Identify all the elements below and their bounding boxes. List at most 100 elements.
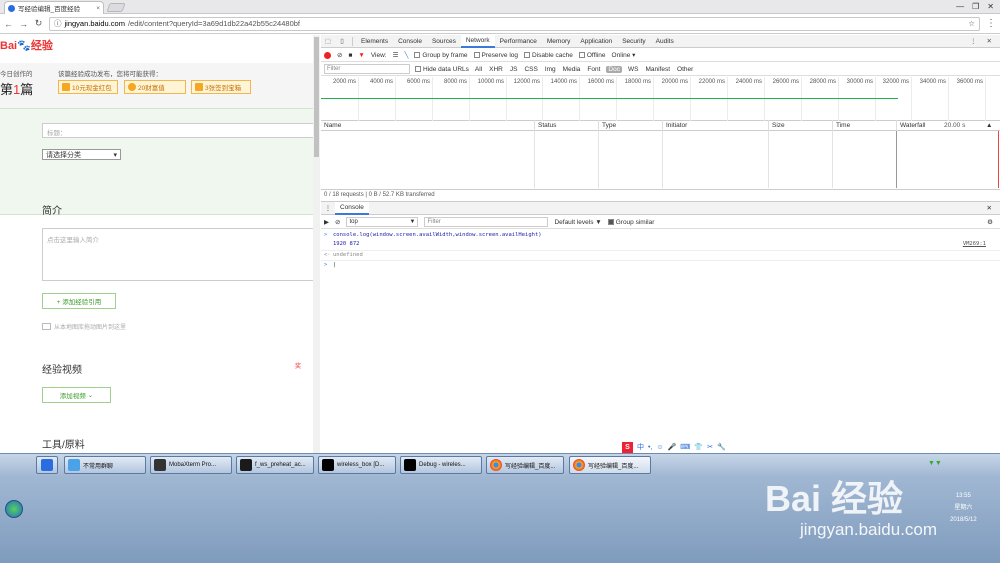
col-waterfall[interactable]: Waterfall — [896, 120, 925, 131]
taskbar-item-mobaxterm[interactable]: MobaXterm Pro... — [150, 456, 232, 474]
browser-menu-icon[interactable]: ⋮ — [986, 18, 996, 29]
browser-tab[interactable]: 写经验编辑_百度经验 × — [4, 1, 104, 14]
devtools-close-icon[interactable]: ✕ — [987, 37, 992, 45]
large-rows-icon[interactable]: ☰ — [393, 51, 399, 59]
record-icon[interactable] — [324, 51, 331, 59]
console-filter-input[interactable]: Filter — [424, 217, 549, 227]
timeline-tick-label: 22000 ms — [698, 79, 725, 85]
page-info-icon[interactable]: ⓘ — [54, 18, 62, 29]
console-prompt-line[interactable]: > | — [321, 260, 1000, 269]
type-filter-xhr[interactable]: XHR — [488, 66, 504, 73]
device-toolbar-icon[interactable]: ▯ — [335, 37, 349, 45]
console-settings-gear-icon[interactable]: ⚙ — [987, 218, 997, 226]
hide-data-urls-checkbox[interactable]: Hide data URLs — [415, 66, 469, 73]
ime-punctuation-icon[interactable]: •, — [648, 444, 652, 451]
throttle-select[interactable]: Online ▾ — [612, 51, 636, 59]
col-size[interactable]: Size — [768, 120, 785, 131]
image-drop-note: 从本地图库拖动图片到这里 — [42, 322, 126, 331]
console-source-link[interactable]: VM269:1 — [963, 240, 986, 249]
camera-icon[interactable]: ■ — [348, 52, 352, 59]
tab-close-icon[interactable]: × — [96, 5, 100, 12]
reload-icon[interactable]: ↻ — [34, 18, 43, 29]
type-filter-media[interactable]: Media — [562, 66, 582, 73]
type-filter-img[interactable]: Img — [544, 66, 557, 73]
context-select[interactable]: top ▼ — [346, 217, 419, 227]
filter-funnel-icon[interactable]: ▼ — [358, 52, 364, 59]
add-quote-button[interactable]: + 添加经验引用 — [42, 293, 116, 309]
ime-keyboard-icon[interactable]: ⌨ — [680, 443, 690, 451]
type-filter-css[interactable]: CSS — [523, 66, 538, 73]
tab-console[interactable]: Console — [393, 35, 427, 48]
drawer-close-icon[interactable]: ✕ — [987, 204, 1000, 212]
tab-performance[interactable]: Performance — [495, 35, 542, 48]
tab-application[interactable]: Application — [575, 35, 617, 48]
col-name[interactable]: Name — [321, 120, 341, 131]
sort-arrow-icon[interactable]: ▲ — [983, 120, 992, 131]
taskbar-item-group-chat[interactable]: 不常用群聊 — [64, 456, 146, 474]
close-window-icon[interactable]: ✕ — [987, 2, 994, 11]
baidu-jingyan-logo[interactable]: Bai🐾经验 — [0, 37, 53, 53]
title-input[interactable]: 标题： — [42, 123, 316, 138]
tab-memory[interactable]: Memory — [542, 35, 575, 48]
disable-cache-checkbox[interactable]: Disable cache — [524, 52, 573, 59]
ime-chinese-mode-icon[interactable]: 中 — [637, 442, 644, 452]
intro-textarea[interactable]: 点击这里输入简介 — [42, 228, 314, 281]
pinned-app-button[interactable] — [36, 456, 58, 474]
col-initiator[interactable]: Initiator — [662, 120, 687, 131]
preserve-log-checkbox[interactable]: Preserve log — [473, 52, 518, 59]
console-clear-icon[interactable]: ⊘ — [335, 218, 340, 226]
taskbar-item-intellij-debug[interactable]: Debug - wireles... — [400, 456, 482, 474]
type-filter-js[interactable]: JS — [509, 66, 519, 73]
type-filter-ws[interactable]: WS — [627, 66, 639, 73]
url-input[interactable]: ⓘ jingyan.baidu.com/edit/content?queryId… — [49, 16, 980, 31]
network-overview-timeline[interactable]: 2000 ms 4000 ms 6000 ms 8000 ms 10000 ms 1200… — [321, 77, 1000, 121]
add-video-button[interactable]: 添加视频 ⌄ — [42, 387, 111, 403]
sidebar-toggle-icon[interactable]: ▶ — [324, 218, 329, 226]
tab-network[interactable]: Network — [460, 34, 495, 48]
category-select[interactable]: 请选择分类 ▾ — [42, 149, 121, 160]
col-time[interactable]: Time — [832, 120, 850, 131]
maximize-icon[interactable]: ❐ — [972, 2, 979, 11]
group-by-frame-checkbox[interactable]: Group by frame — [414, 52, 468, 59]
type-filter-manifest[interactable]: Manifest — [644, 66, 671, 73]
col-type[interactable]: Type — [598, 120, 616, 131]
bookmark-star-icon[interactable]: ☆ — [968, 19, 975, 28]
windows-start-button[interactable] — [5, 500, 23, 518]
tab-sources[interactable]: Sources — [427, 35, 461, 48]
group-similar-checkbox[interactable]: Group similar — [607, 219, 654, 226]
drawer-tab-console[interactable]: Console — [335, 201, 369, 215]
col-status[interactable]: Status — [534, 120, 556, 131]
back-arrow-icon[interactable]: ← — [4, 19, 13, 29]
log-levels-select[interactable]: Default levels ▼ — [554, 219, 601, 226]
minimize-icon[interactable]: — — [956, 2, 964, 11]
drawer-menu-icon[interactable]: ⋮ — [321, 204, 335, 212]
tray-shield-icon[interactable]: ▼▼ — [928, 460, 948, 470]
type-filter-other[interactable]: Other — [676, 66, 694, 73]
ime-emoji-icon[interactable]: ☺ — [656, 444, 663, 451]
system-clock[interactable]: 13:55 星期六 2018/5/12 — [950, 490, 977, 526]
taskbar-item-datagrip[interactable]: f_ws_preheat_ac... — [236, 456, 314, 474]
forward-arrow-icon[interactable]: → — [19, 19, 28, 29]
ime-settings-wrench-icon[interactable]: 🔧 — [717, 443, 726, 451]
type-filter-all[interactable]: All — [474, 66, 483, 73]
tab-security[interactable]: Security — [617, 35, 650, 48]
offline-checkbox[interactable]: Offline — [578, 52, 606, 59]
taskbar-item-chrome-1[interactable]: 写经验编辑_百度... — [486, 456, 564, 474]
tab-elements[interactable]: Elements — [356, 35, 393, 48]
waterfall-view-icon[interactable]: ╲ — [404, 51, 408, 59]
taskbar-item-intellij[interactable]: wireless_box [D... — [318, 456, 396, 474]
network-filter-input[interactable]: Filter — [324, 64, 410, 74]
page-scrollbar-thumb[interactable] — [314, 37, 319, 157]
taskbar-item-chrome-2[interactable]: 写经验编辑_百度... — [569, 456, 651, 474]
ime-tools-icon[interactable]: ✂ — [707, 443, 713, 451]
clear-icon[interactable]: ⊘ — [337, 51, 342, 59]
sogou-ime-icon[interactable]: S — [622, 441, 633, 453]
inspect-element-icon[interactable]: ⬚ — [321, 37, 335, 45]
type-filter-font[interactable]: Font — [586, 66, 601, 73]
ime-skin-icon[interactable]: 👕 — [694, 443, 703, 451]
tab-audits[interactable]: Audits — [651, 35, 679, 48]
new-tab-button[interactable] — [106, 3, 126, 12]
devtools-menu-icon[interactable]: ⋮ — [970, 37, 977, 45]
ime-voice-icon[interactable]: 🎤 — [668, 443, 677, 451]
type-filter-doc[interactable]: Doc — [606, 65, 622, 73]
